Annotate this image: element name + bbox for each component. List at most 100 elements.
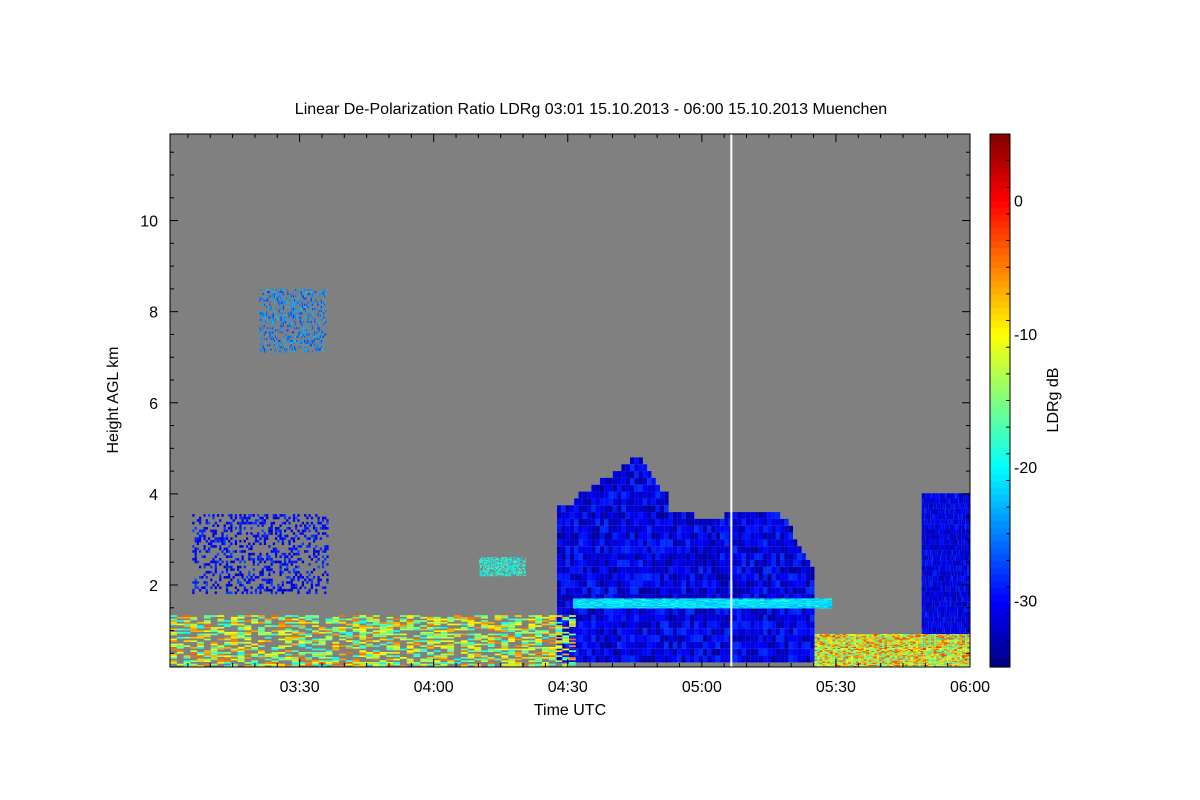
heatmap-cell	[638, 471, 643, 478]
heatmap-cell	[297, 514, 300, 517]
heatmap-cell	[279, 573, 282, 577]
heatmap-cell	[286, 527, 289, 530]
heatmap-cell	[269, 291, 271, 294]
heatmap-cell	[315, 591, 318, 595]
heatmap-cell	[268, 578, 271, 582]
heatmap-cell	[775, 635, 781, 642]
heatmap-cell	[212, 534, 215, 538]
heatmap-cell	[280, 342, 282, 345]
heatmap-cell	[612, 566, 618, 574]
heatmap-cell	[300, 342, 302, 345]
heatmap-cell	[738, 598, 743, 600]
heatmap-cell	[295, 586, 298, 589]
heatmap-cell	[241, 521, 244, 525]
heatmap-cell	[282, 303, 284, 306]
heatmap-cell	[724, 621, 729, 629]
heatmap-cell	[489, 571, 491, 572]
heatmap-cell	[480, 570, 481, 572]
heatmap-cell	[617, 614, 622, 622]
heatmap-cell	[263, 325, 265, 328]
heatmap-cell	[261, 570, 264, 574]
heatmap-cell	[569, 539, 575, 547]
heatmap-cell	[300, 339, 302, 342]
heatmap-cell	[271, 322, 273, 325]
heatmap-cell	[694, 553, 699, 560]
heatmap-cell	[599, 491, 605, 499]
heatmap-cell	[310, 320, 312, 323]
heatmap-cell	[732, 525, 738, 533]
heatmap-cell	[278, 310, 280, 313]
heatmap-cell	[599, 525, 605, 533]
heatmap-cell	[621, 655, 626, 663]
heatmap-cell	[269, 301, 271, 304]
heatmap-cell	[741, 566, 746, 574]
heatmap-cell	[308, 555, 311, 558]
heatmap-cell	[711, 614, 716, 622]
heatmap-cell	[621, 498, 626, 506]
heatmap-cell	[305, 348, 307, 351]
heatmap-cell	[677, 525, 682, 533]
heatmap-cell	[290, 303, 292, 306]
heatmap-cell	[608, 635, 613, 642]
heatmap-cell	[286, 581, 289, 584]
heatmap-cell	[638, 532, 643, 540]
heatmap-cell	[278, 295, 280, 298]
heatmap-cell	[306, 570, 309, 574]
heatmap-cell	[604, 512, 609, 519]
heatmap-cell	[810, 614, 815, 622]
heatmap-cell	[715, 559, 721, 567]
heatmap-cell	[261, 516, 264, 520]
heatmap-cell	[574, 498, 579, 506]
heatmap-cell	[737, 635, 742, 642]
heatmap-cell	[784, 546, 789, 554]
heatmap-cell	[690, 546, 695, 554]
heatmap-cell	[281, 537, 284, 540]
heatmap-cell	[565, 607, 570, 615]
heatmap-cell	[316, 301, 318, 304]
heatmap-cell	[286, 301, 288, 304]
heatmap-cell	[214, 537, 217, 540]
heatmap-cell	[194, 552, 197, 556]
heatmap-cell	[771, 641, 776, 649]
heatmap-cell	[208, 547, 211, 551]
heatmap-cell	[793, 539, 798, 547]
heatmap-cell	[314, 342, 316, 345]
heatmap-cell	[621, 648, 626, 656]
heatmap-cell	[295, 547, 298, 551]
heatmap-cell	[507, 559, 509, 561]
heatmap-cell	[702, 580, 708, 588]
heatmap-cell	[297, 301, 299, 304]
heatmap-cell	[228, 576, 231, 579]
heatmap-cell	[228, 550, 231, 553]
heatmap-cell	[496, 557, 497, 559]
heatmap-cell	[771, 539, 776, 547]
heatmap-cell	[604, 553, 609, 560]
heatmap-cell	[257, 586, 260, 589]
heatmap-cell	[754, 525, 759, 533]
heatmap-cell	[694, 518, 699, 526]
heatmap-cell	[299, 288, 301, 291]
heatmap-cell	[810, 607, 815, 615]
heatmap-cell	[214, 565, 217, 569]
heatmap-cell	[300, 322, 302, 325]
heatmap-cell	[520, 575, 522, 577]
heatmap-cell	[278, 291, 280, 294]
heatmap-cell	[720, 532, 725, 540]
heatmap-cell	[681, 553, 686, 560]
heatmap-cell	[737, 573, 742, 581]
heatmap-cell	[715, 518, 721, 526]
heatmap-cell	[810, 655, 815, 663]
heatmap-cell	[314, 331, 316, 334]
heatmap-cell	[672, 559, 678, 567]
heatmap-cell	[315, 318, 317, 321]
heatmap-cell	[771, 655, 776, 663]
heatmap-cell	[265, 316, 267, 319]
heatmap-cell	[655, 607, 660, 615]
heatmap-cell	[219, 519, 222, 522]
heatmap-cell	[291, 339, 293, 342]
heatmap-cell	[276, 288, 278, 291]
heatmap-cell	[599, 573, 605, 581]
heatmap-cell	[754, 628, 759, 636]
heatmap-cell	[677, 621, 682, 629]
heatmap-cell	[308, 578, 311, 582]
